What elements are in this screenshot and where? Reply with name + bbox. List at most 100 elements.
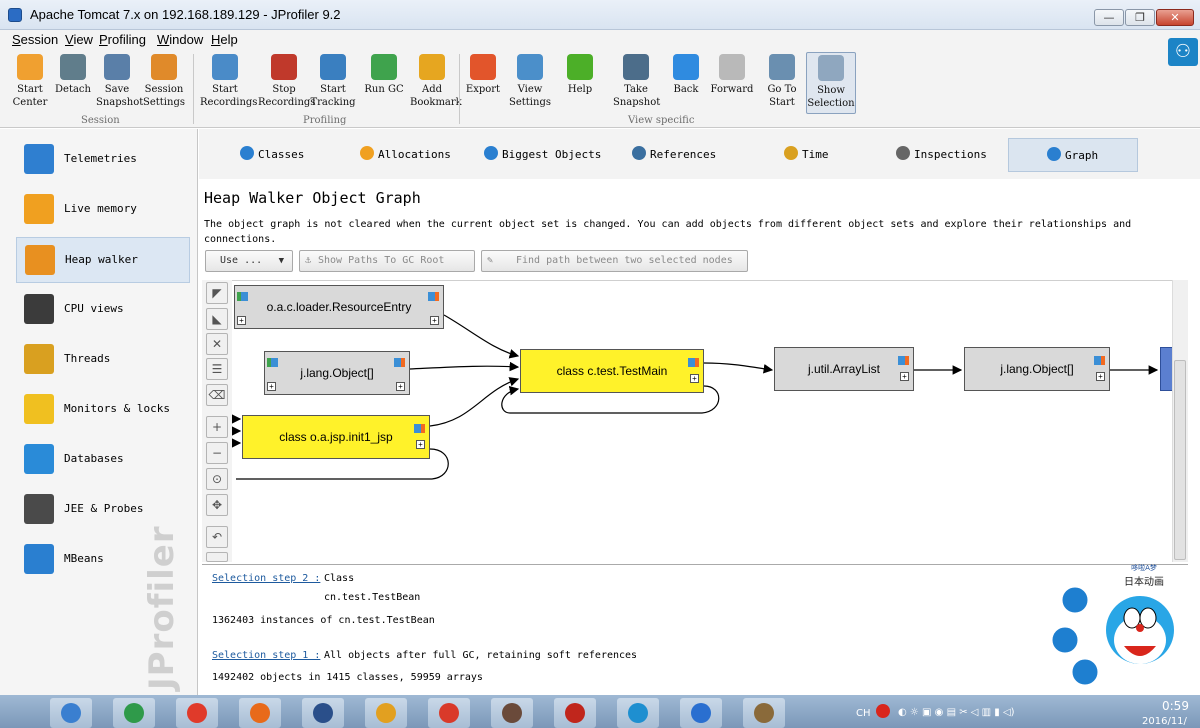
start-center-button[interactable]: Start Center [6, 52, 54, 114]
take-snapshot-button[interactable]: Take Snapshot [613, 52, 660, 114]
maximize-button[interactable]: ❐ [1125, 9, 1155, 26]
expand-outgoing-icon[interactable]: + [1096, 372, 1105, 381]
go-to-start-button[interactable]: Go To Start [760, 52, 804, 114]
taskbar-firefox-icon[interactable] [239, 698, 281, 728]
menu-session[interactable]: Session [12, 32, 58, 47]
start-recordings-button[interactable]: Start Recordings [200, 52, 257, 114]
zoom-in-icon[interactable]: + [206, 416, 228, 438]
forward-button[interactable]: Forward [709, 52, 755, 114]
taskbar-media-player-icon[interactable] [50, 698, 92, 728]
sidebar-item-monitors-locks[interactable]: Monitors & locks [16, 387, 190, 433]
taskbar-photo-icon[interactable] [491, 698, 533, 728]
sidebar-item-telemetries[interactable]: Telemetries [16, 137, 190, 183]
ime-indicator[interactable]: CH [856, 708, 871, 719]
tab-time[interactable]: Time [776, 138, 876, 172]
run-gc-button[interactable]: Run GC [362, 52, 406, 114]
expand-outgoing-icon[interactable]: + [416, 440, 425, 449]
taskbar-video-editor-icon[interactable] [302, 698, 344, 728]
use-dropdown-button[interactable]: Use ... ▼ [205, 250, 293, 272]
clock-date[interactable]: 2016/11/ [1142, 716, 1187, 727]
graph-node-init-jsp[interactable]: class o.a.jsp.init1_jsp + [242, 415, 430, 459]
taskbar-chrome-icon[interactable] [113, 698, 155, 728]
redo-icon[interactable] [206, 552, 228, 562]
graph-next-icon[interactable]: ◣ [206, 308, 228, 330]
graph-node-object-array-right[interactable]: j.lang.Object[] + [964, 347, 1110, 391]
find-path-button[interactable]: ✎ Find path between two selected nodes [481, 250, 748, 272]
expand-outgoing-icon[interactable]: + [396, 382, 405, 391]
zoom-fit-icon[interactable]: ⊙ [206, 468, 228, 490]
expand-icon[interactable]: ☰ [206, 358, 228, 380]
selection-step-2-link[interactable]: Selection step 2 : [212, 573, 320, 584]
toolbar-label: Start [212, 84, 238, 95]
selection-step-1-link[interactable]: Selection step 1 : [212, 650, 320, 661]
jprofiler-logo-icon[interactable]: ⚇ [1168, 38, 1198, 66]
graph-node-array-list[interactable]: j.util.ArrayList + [774, 347, 914, 391]
menu-help[interactable]: Help [211, 32, 238, 47]
graph-node-test-main[interactable]: class c.test.TestMain + [520, 349, 704, 393]
detach-button[interactable]: Detach [54, 52, 92, 114]
minimize-button[interactable]: — [1094, 9, 1124, 26]
toolbar-label: Go To [767, 84, 797, 95]
tab-biggest-objects[interactable]: Biggest Objects [476, 138, 616, 172]
graph-prev-icon[interactable]: ◤ [206, 282, 228, 304]
media-player-icon [61, 703, 81, 723]
sidebar-item-heap-walker[interactable]: Heap walker [16, 237, 190, 283]
menu-profiling[interactable]: Profiling [99, 32, 146, 47]
sidebar-item-live-memory[interactable]: Live memory [16, 187, 190, 233]
selection-step-1-count: 1492402 objects in 1415 classes, 59959 a… [212, 672, 483, 683]
sidebar-item-cpu-views[interactable]: CPU views [16, 287, 190, 333]
tab-allocations[interactable]: Allocations [352, 138, 464, 172]
back-button[interactable]: Back [666, 52, 706, 114]
expand-outgoing-icon[interactable]: + [690, 374, 699, 383]
close-button[interactable]: ✕ [1156, 9, 1194, 26]
help-button[interactable]: Help [560, 52, 600, 114]
taskbar-app-swirl-icon[interactable] [428, 698, 470, 728]
graph-node-object-array-left[interactable]: j.lang.Object[] + + [264, 351, 410, 395]
layout-icon[interactable]: ✥ [206, 494, 228, 516]
zoom-out-icon[interactable]: − [206, 442, 228, 464]
remove-node-icon[interactable]: ✕ [206, 333, 228, 355]
graph-node-offscreen[interactable] [1160, 347, 1172, 391]
sidebar-item-databases[interactable]: Databases [16, 437, 190, 483]
undo-icon[interactable]: ↶ [206, 526, 228, 548]
taskbar-filezilla-icon[interactable] [554, 698, 596, 728]
start-tracking-button[interactable]: Start Tracking [310, 52, 356, 114]
show-paths-gc-root-button[interactable]: ⚓ Show Paths To GC Root [299, 250, 475, 272]
menu-view[interactable]: View [65, 32, 93, 47]
group-label-session: Session [81, 115, 120, 126]
expand-outgoing-icon[interactable]: + [430, 316, 439, 325]
expand-incoming-icon[interactable]: + [237, 316, 246, 325]
tab-inspections[interactable]: Inspections [888, 138, 1000, 172]
classes-icon [240, 146, 254, 160]
sogou-icon[interactable] [876, 704, 890, 718]
firefox-icon [250, 703, 270, 723]
tab-label: Biggest Objects [502, 148, 602, 161]
session-settings-icon [151, 54, 177, 80]
clock-time[interactable]: 0:59 [1162, 699, 1189, 713]
taskbar-speedometer-icon[interactable] [680, 698, 722, 728]
expand-outgoing-icon[interactable]: + [900, 372, 909, 381]
menu-window[interactable]: Window [157, 32, 203, 47]
add-bookmark-button[interactable]: Add Bookmark [410, 52, 462, 114]
sidebar-item-threads[interactable]: Threads [16, 337, 190, 383]
stop-recordings-button[interactable]: Stop Recordings [258, 52, 315, 114]
object-graph-canvas[interactable]: o.a.c.loader.ResourceEntry + + j.lang.Ob… [232, 280, 1172, 562]
taskbar-folder-icon[interactable] [365, 698, 407, 728]
export-button[interactable]: Export [463, 52, 503, 114]
save-snapshot-button[interactable]: Save Snapshot [96, 52, 143, 114]
graph-node-resource-entry[interactable]: o.a.c.loader.ResourceEntry + + [234, 285, 444, 329]
toolbar-label: Back [673, 84, 699, 95]
tab-graph[interactable]: Graph [1008, 138, 1138, 172]
session-settings-button[interactable]: Session Settings [140, 52, 188, 114]
garbage-icon[interactable]: ⌫ [206, 384, 228, 406]
tab-classes[interactable]: Classes [232, 138, 342, 172]
taskbar-baidu-cloud-icon[interactable] [617, 698, 659, 728]
show-selection-button[interactable]: Show Selection [806, 52, 856, 114]
scrollbar-thumb[interactable] [1174, 360, 1186, 560]
graph-icon [1047, 147, 1061, 161]
expand-incoming-icon[interactable]: + [267, 382, 276, 391]
taskbar-paint-icon[interactable] [743, 698, 785, 728]
tab-references[interactable]: References [624, 138, 764, 172]
view-settings-button[interactable]: View Settings [507, 52, 553, 114]
taskbar-weibo-icon[interactable] [176, 698, 218, 728]
